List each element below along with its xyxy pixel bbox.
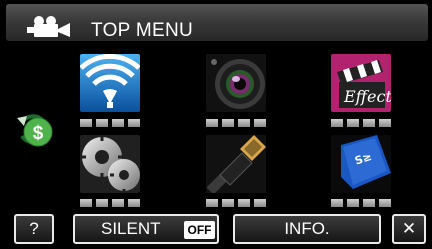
page-indicator (206, 119, 266, 127)
wifi-menu-tile[interactable] (80, 54, 140, 112)
help-button[interactable]: ? (14, 214, 54, 244)
hdmi-cable-icon (206, 135, 266, 193)
page-indicator (206, 199, 266, 207)
svg-text:Effect: Effect (343, 87, 391, 106)
info-label: INFO. (284, 219, 330, 238)
page-indicator (80, 119, 140, 127)
page-indicator (331, 199, 391, 207)
sd-card-icon: S≥ (331, 135, 391, 193)
connection-menu-tile[interactable] (206, 135, 266, 193)
effect-clapper-icon: Effect (331, 54, 391, 112)
header: TOP MENU (0, 0, 432, 45)
dollar-refresh-icon[interactable]: $ (14, 110, 56, 150)
page-indicator (331, 119, 391, 127)
gears-icon (80, 135, 140, 193)
close-icon: ✕ (401, 219, 417, 238)
info-button[interactable]: INFO. (233, 214, 381, 244)
video-camera-icon (27, 16, 70, 37)
close-button[interactable]: ✕ (392, 214, 426, 244)
setup-menu-tile[interactable] (80, 135, 140, 193)
silent-button[interactable]: SILENT OFF (73, 214, 219, 244)
silent-state-badge: OFF (184, 221, 215, 239)
silent-label: SILENT (101, 219, 161, 238)
lens-menu-tile[interactable] (206, 54, 266, 112)
dollar-glyph: $ (33, 123, 44, 144)
page-indicator (80, 199, 140, 207)
page-title: TOP MENU (91, 20, 193, 41)
effect-menu-tile[interactable]: Effect (331, 54, 391, 112)
camera-lens-icon (206, 54, 266, 112)
camera-screen: TOP MENU Effect S≥ $ ? SILENT OFF INFO. … (0, 0, 432, 249)
help-label: ? (29, 219, 39, 238)
wifi-icon (80, 54, 140, 112)
media-menu-tile[interactable]: S≥ (331, 135, 391, 193)
